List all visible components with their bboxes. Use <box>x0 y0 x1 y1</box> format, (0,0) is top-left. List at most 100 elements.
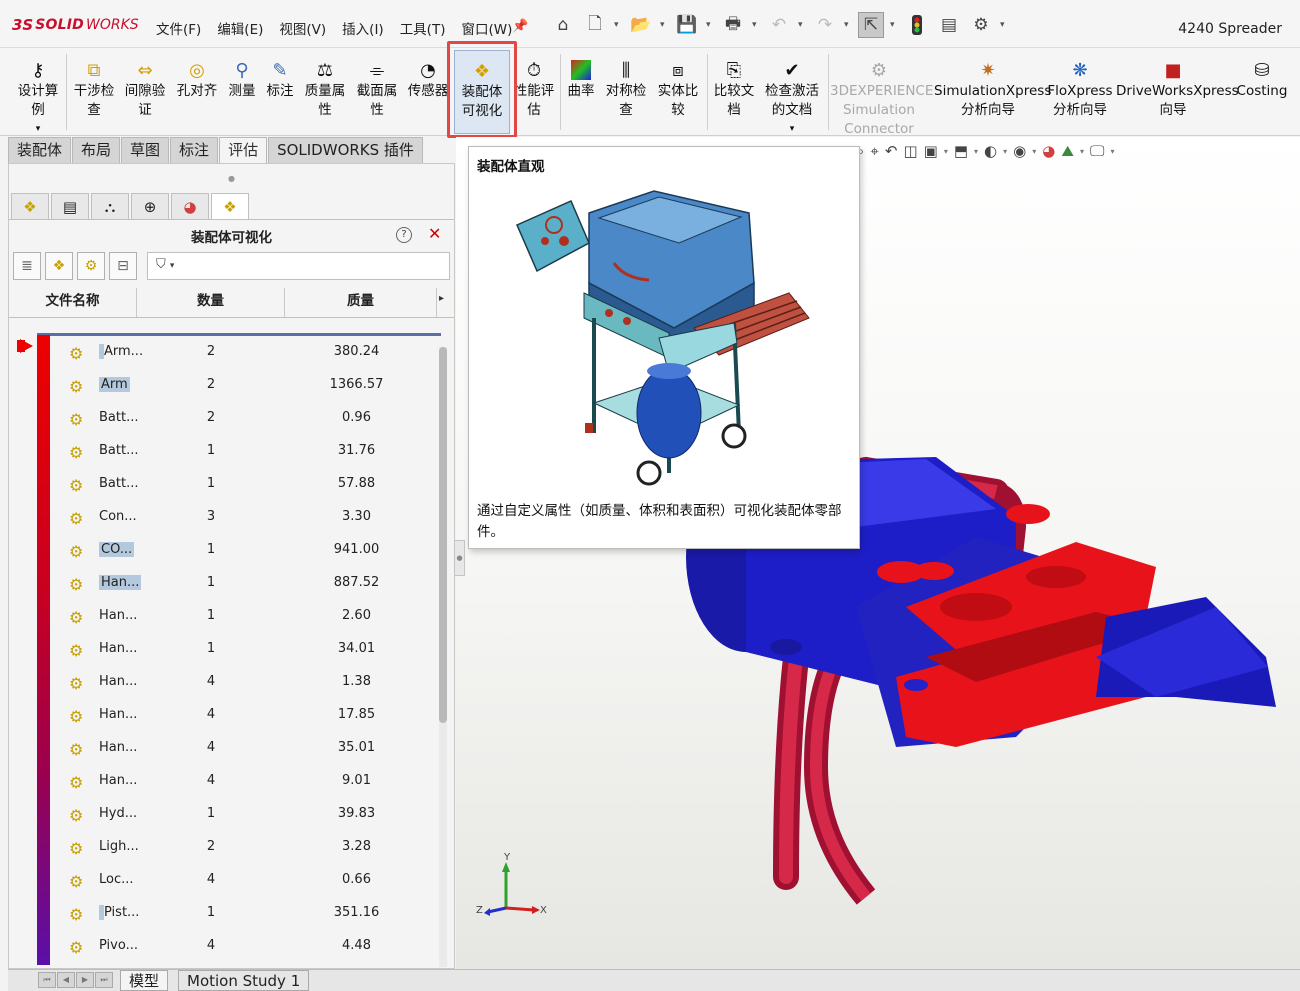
chevron-down-icon[interactable]: ▾ <box>844 20 852 30</box>
simulationxpress-button[interactable]: ✷ SimulationXpress 分析向导 <box>934 50 1051 134</box>
menu-tools[interactable]: 工具(T) <box>392 18 454 38</box>
chevron-down-icon[interactable]: ▾ <box>798 20 806 30</box>
file-properties-icon[interactable]: ▤ <box>936 12 962 38</box>
rebuild-traffic-light-icon[interactable] <box>904 12 930 38</box>
interference-detection-button[interactable]: ⧉ 干涉检 查 <box>70 50 118 134</box>
panel-collapse-handle[interactable]: ● <box>454 540 465 576</box>
mass-properties-button[interactable]: ⚖ 质量属 性 <box>300 50 350 134</box>
table-row[interactable]: ⚙ Arm... 2 380.24 <box>9 336 454 369</box>
table-row[interactable]: ⚙ Batt... 1 31.76 <box>9 435 454 468</box>
table-row[interactable]: ⚙ Arm 2 1366.57 <box>9 369 454 402</box>
table-row[interactable]: ⚙ Han... 1 34.01 <box>9 633 454 666</box>
menu-window[interactable]: 窗口(W) <box>453 18 520 38</box>
redo-icon[interactable]: ↷ <box>812 12 838 38</box>
vertical-scrollbar[interactable] <box>439 347 447 967</box>
chevron-down-icon[interactable]: ▾ <box>1000 20 1008 30</box>
driveworksxpress-button[interactable]: ■ DriveWorksXpress 向导 <box>1116 50 1239 134</box>
check-active-document-button[interactable]: ✔ 检查激活 的文档 ▾ <box>760 50 824 134</box>
previous-tab-icon[interactable]: ◀ <box>57 972 75 988</box>
mass-cell: 887.52 <box>333 575 380 590</box>
home-icon[interactable]: ⌂ <box>550 12 576 38</box>
tab-motion-study-1[interactable]: Motion Study 1 <box>178 970 310 991</box>
display-manager-tab-icon[interactable]: ◕ <box>171 193 209 219</box>
clearance-verification-button[interactable]: ⇔ 间隙验 证 <box>120 50 170 134</box>
table-row[interactable]: ⚙ CO... 1 941.00 <box>9 534 454 567</box>
filter-dropdown[interactable]: ⛉ ▾ <box>147 252 450 280</box>
chevron-down-icon[interactable]: ▾ <box>706 20 714 30</box>
menu-file[interactable]: 文件(F) <box>148 18 209 38</box>
curvature-button[interactable]: 曲率 <box>562 50 600 134</box>
compare-documents-button[interactable]: ⎘ 比较文 档 <box>710 50 758 134</box>
panel-splitter-handle[interactable]: ● <box>9 174 454 184</box>
measure-button[interactable]: ⚲ 测量 <box>224 50 260 134</box>
table-row[interactable]: ⚙ Han... 4 9.01 <box>9 765 454 798</box>
table-row[interactable]: ⚙ Ligh... 2 3.28 <box>9 831 454 864</box>
property-manager-tab-icon[interactable]: ▤ <box>51 193 89 219</box>
undo-icon[interactable]: ↶ <box>766 12 792 38</box>
print-icon[interactable]: 🖶 <box>720 12 746 38</box>
table-row[interactable]: ⚙ Pist... 1 351.16 <box>9 897 454 930</box>
assembly-visualization-tab-icon[interactable]: ❖ <box>211 193 249 219</box>
chevron-down-icon[interactable]: ▾ <box>614 20 622 30</box>
costing-button[interactable]: ⛁ Costing <box>1234 50 1290 134</box>
close-icon[interactable]: ✕ <box>428 224 441 243</box>
symmetry-check-button[interactable]: ⫼ 对称检 查 <box>602 50 650 134</box>
feature-manager-tab-icon[interactable]: ❖ <box>11 193 49 219</box>
select-arrow-icon[interactable]: ⇱ <box>858 12 884 38</box>
table-row[interactable]: ⚙ Han... 4 1.38 <box>9 666 454 699</box>
table-row[interactable]: ⚙ Batt... 1 57.88 <box>9 468 454 501</box>
section-properties-button[interactable]: ⌯ 截面属 性 <box>352 50 402 134</box>
table-row[interactable]: ⚙ Han... 4 17.85 <box>9 699 454 732</box>
next-tab-icon[interactable]: ▶ <box>76 972 94 988</box>
design-study-button[interactable]: ⚷ 设计算 例 ▾ <box>12 50 64 134</box>
column-mass[interactable]: 质量 <box>285 288 437 317</box>
table-row[interactable]: ⚙ Con... 3 3.30 <box>9 501 454 534</box>
compare-bodies-button[interactable]: ⧈ 实体比 较 <box>652 50 704 134</box>
options-gear-icon[interactable]: ⚙ <box>968 12 994 38</box>
tab-layout[interactable]: 布局 <box>72 137 121 163</box>
column-quantity[interactable]: 数量 <box>137 288 285 317</box>
table-row[interactable]: ⚙ Loc... 4 0.66 <box>9 864 454 897</box>
chevron-right-icon[interactable]: ▸ <box>439 293 444 304</box>
menu-insert[interactable]: 插入(I) <box>334 18 392 38</box>
help-icon[interactable]: ? <box>396 227 412 243</box>
pin-icon[interactable]: 📌 <box>512 19 528 34</box>
table-row[interactable]: ⚙ Batt... 2 0.96 <box>9 402 454 435</box>
chevron-down-icon[interactable]: ▾ <box>752 20 760 30</box>
flat-view-icon[interactable]: ⚙ <box>77 252 105 280</box>
tab-markup[interactable]: 标注 <box>170 137 219 163</box>
table-row[interactable]: ⚙ Han... 1 887.52 <box>9 567 454 600</box>
open-icon[interactable]: 📂 <box>628 12 654 38</box>
sensor-button[interactable]: ◔ 传感器 <box>404 50 452 134</box>
new-document-icon[interactable]: 🗋 <box>582 12 608 38</box>
menu-edit[interactable]: 编辑(E) <box>209 18 271 38</box>
solidworks-logo[interactable]: 3S SOLID WORKS <box>12 14 139 36</box>
column-options-icon[interactable]: ⊟ <box>109 252 137 280</box>
table-row[interactable]: ⚙ Han... 1 2.60 <box>9 600 454 633</box>
hole-alignment-button[interactable]: ◎ 孔对齐 <box>172 50 222 134</box>
tab-model[interactable]: 模型 <box>120 970 169 991</box>
markup-button[interactable]: ✎ 标注 <box>262 50 298 134</box>
save-icon[interactable]: 💾 <box>674 12 700 38</box>
tab-sketch[interactable]: 草图 <box>121 137 170 163</box>
last-tab-icon[interactable]: ⏭ <box>95 972 113 988</box>
tab-assembly[interactable]: 装配体 <box>8 137 72 163</box>
nested-view-icon[interactable]: ❖ <box>45 252 73 280</box>
floxpress-button[interactable]: ❋ FloXpress 分析向导 <box>1046 50 1114 134</box>
chevron-down-icon[interactable]: ▾ <box>890 20 898 30</box>
sort-icon[interactable]: ≣ <box>13 252 41 280</box>
table-row[interactable]: ⚙ Hyd... 1 39.83 <box>9 798 454 831</box>
chevron-down-icon[interactable]: ▾ <box>660 20 668 30</box>
table-row[interactable]: ⚙ Han... 4 35.01 <box>9 732 454 765</box>
column-file-name[interactable]: 文件名称 <box>9 288 137 317</box>
tab-solidworks-addins[interactable]: SOLIDWORKS 插件 <box>268 137 423 163</box>
configuration-manager-tab-icon[interactable]: ⛬ <box>91 193 129 219</box>
performance-evaluation-button[interactable]: ⏱ 性能评 估 <box>512 50 556 134</box>
menu-view[interactable]: 视图(V) <box>271 18 334 38</box>
scrollbar-thumb[interactable] <box>439 347 447 723</box>
tab-evaluate[interactable]: 评估 <box>219 137 268 163</box>
3dexperience-simulation-connector-button[interactable]: ⚙ 3DEXPERIENCE Simulation Connector <box>830 50 933 137</box>
table-row[interactable]: ⚙ Pivo... 4 4.48 <box>9 930 454 963</box>
dimxpert-tab-icon[interactable]: ⊕ <box>131 193 169 219</box>
first-tab-icon[interactable]: ⏮ <box>38 972 56 988</box>
